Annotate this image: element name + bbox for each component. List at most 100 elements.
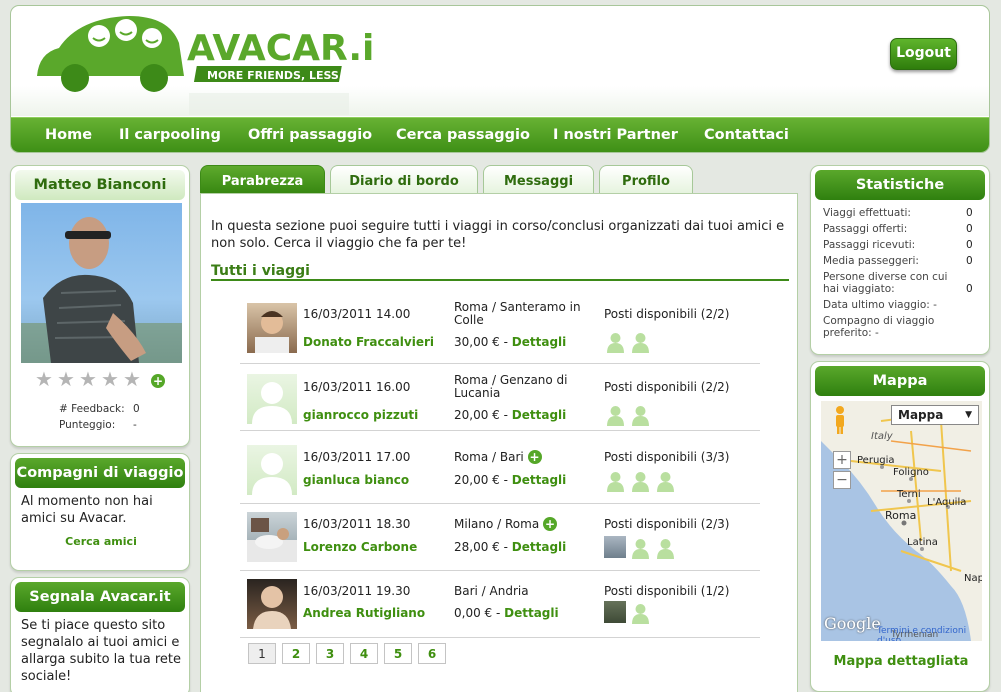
section-title: Tutti i viaggi [211, 263, 310, 279]
stat-value: - [933, 299, 937, 311]
driver-name[interactable]: gianrocco pizzuti [303, 408, 418, 422]
ride-datetime: 16/03/2011 14.00 [303, 307, 411, 321]
stat-label-text: Data ultimo viaggio: [823, 299, 930, 311]
tab-parabrezza[interactable]: Parabrezza [200, 165, 325, 195]
tab-messaggi[interactable]: Messaggi [483, 165, 594, 195]
default-avatar-icon [252, 453, 292, 495]
star-icon[interactable]: ★ [79, 369, 98, 389]
nav-carpooling[interactable]: Il carpooling [119, 127, 221, 143]
ride-price: 30,00 € - Dettagli [454, 335, 566, 349]
profile-box: Matteo Bianconi ★ ★ ★ ★ ★ + # Feedback: … [10, 165, 190, 447]
driver-avatar[interactable] [247, 303, 297, 353]
page-button[interactable]: 4 [350, 643, 378, 664]
ride-route-text: Roma / Bari [454, 450, 524, 464]
details-link[interactable]: Dettagli [512, 473, 567, 487]
map-type-value: Mappa [898, 408, 944, 422]
zoom-out-button[interactable]: − [833, 471, 851, 489]
ride-row: 16/03/2011 16.00 gianrocco pizzuti Roma … [240, 364, 760, 431]
map-terms-link[interactable]: Termini e condizioni d'uso [877, 626, 982, 641]
feedback-label: # Feedback: [59, 403, 125, 415]
seats-available: Posti disponibili (2/2) [604, 307, 730, 321]
seats-available: Posti disponibili (2/2) [604, 380, 730, 394]
stat-label: Data ultimo viaggio: - [823, 299, 937, 311]
avacar-logo[interactable]: AVACAR.it MORE FRIENDS, LESS CARS. [29, 8, 374, 123]
details-link[interactable]: Dettagli [512, 540, 567, 554]
route-stops-icon[interactable]: + [543, 517, 558, 531]
driver-name[interactable]: gianluca bianco [303, 473, 409, 487]
nav-partners[interactable]: I nostri Partner [553, 127, 678, 143]
free-seat-icon [657, 472, 674, 492]
details-link[interactable]: Dettagli [512, 408, 567, 422]
ride-price: 20,00 € - Dettagli [454, 473, 566, 487]
nav-contact[interactable]: Contattaci [704, 127, 789, 143]
ride-price-value: 0,00 € - [454, 606, 501, 620]
nav-find-ride[interactable]: Cerca passaggio [396, 127, 530, 143]
stats-title: Statistiche [815, 170, 985, 200]
ride-price-value: 20,00 € - [454, 473, 508, 487]
details-link[interactable]: Dettagli [504, 606, 559, 620]
stat-value: 0 [966, 239, 973, 251]
star-icon[interactable]: ★ [123, 369, 142, 389]
ride-price: 0,00 € - Dettagli [454, 606, 559, 620]
page-button[interactable]: 1 [248, 643, 276, 664]
star-icon[interactable]: ★ [57, 369, 76, 389]
driver-name[interactable]: Andrea Rutigliano [303, 606, 425, 620]
map-type-select[interactable]: Mappa ▼ [891, 405, 979, 425]
star-icon[interactable]: ★ [35, 369, 54, 389]
add-feedback-icon[interactable]: + [151, 374, 165, 388]
profile-name[interactable]: Matteo Bianconi [15, 170, 185, 200]
page-button[interactable]: 6 [418, 643, 446, 664]
driver-avatar[interactable] [247, 512, 297, 562]
driver-avatar[interactable] [247, 579, 297, 629]
page-button[interactable]: 3 [316, 643, 344, 664]
google-logo[interactable]: Google [824, 614, 881, 633]
zoom-in-button[interactable]: + [833, 451, 851, 469]
ride-datetime: 16/03/2011 16.00 [303, 380, 411, 394]
logout-button[interactable]: Logout [890, 38, 957, 70]
ride-price: 20,00 € - Dettagli [454, 408, 566, 422]
tab-profilo[interactable]: Profilo [599, 165, 693, 195]
find-friends-link[interactable]: Cerca amici [11, 535, 191, 548]
share-text: Se ti piace questo sito segnalalo ai tuo… [21, 618, 181, 684]
page-button[interactable]: 5 [384, 643, 412, 664]
share-title: Segnala Avacar.it [15, 582, 185, 612]
stat-value: - [875, 327, 879, 339]
driver-photo-image [253, 586, 291, 629]
section-divider [211, 279, 789, 281]
ride-route-text: Milano / Roma [454, 517, 540, 531]
passenger-avatar[interactable] [604, 536, 626, 558]
ride-price-value: 30,00 € - [454, 335, 508, 349]
route-stops-icon[interactable]: + [527, 450, 542, 464]
companions-box: Compagni di viaggio Al momento non hai a… [10, 453, 190, 571]
chevron-down-icon: ▼ [965, 410, 972, 420]
detailed-map-link[interactable]: Mappa dettagliata [811, 654, 991, 669]
driver-name[interactable]: Lorenzo Carbone [303, 540, 417, 554]
stat-value: 0 [966, 283, 973, 295]
ride-datetime: 16/03/2011 17.00 [303, 450, 411, 464]
share-box: Segnala Avacar.it Se ti piace questo sit… [10, 577, 190, 692]
nav-home[interactable]: Home [45, 127, 92, 143]
driver-avatar[interactable] [247, 374, 297, 424]
stat-label: Persone diverse con cui hai viaggiato: [823, 271, 948, 295]
free-seat-icon [632, 472, 649, 492]
profile-photo[interactable] [21, 203, 182, 363]
tab-diario-di-bordo[interactable]: Diario di bordo [330, 165, 478, 195]
map-view[interactable]: Italy Perugia Foligno Terni L'Aquila Rom… [821, 401, 982, 641]
stat-value: 0 [966, 223, 973, 235]
passenger-avatar[interactable] [604, 601, 626, 623]
driver-avatar[interactable] [247, 445, 297, 495]
pegman-icon[interactable] [833, 405, 847, 435]
ride-route: Milano / Roma + [454, 517, 558, 531]
score-value: - [133, 419, 137, 431]
page-button[interactable]: 2 [282, 643, 310, 664]
free-seat-icon [632, 333, 649, 353]
ride-route: Bari / Andria [454, 584, 529, 598]
stats-box: Statistiche Viaggi effettuati: 0 Passagg… [810, 165, 990, 355]
main-nav: Home Il carpooling Offri passaggio Cerca… [11, 117, 989, 152]
details-link[interactable]: Dettagli [512, 335, 567, 349]
stat-label: Media passeggeri: [823, 255, 919, 267]
nav-offer-ride[interactable]: Offri passaggio [248, 127, 372, 143]
driver-name[interactable]: Donato Fraccalvieri [303, 335, 434, 349]
star-icon[interactable]: ★ [101, 369, 120, 389]
driver-photo-image [247, 518, 297, 562]
